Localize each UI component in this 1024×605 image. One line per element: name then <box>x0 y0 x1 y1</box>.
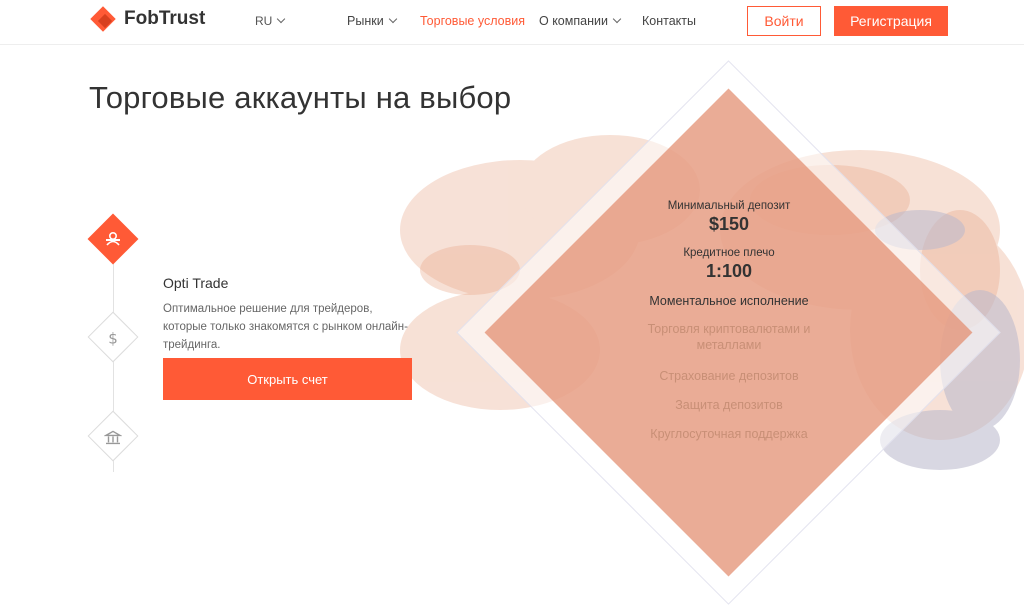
login-button[interactable]: Войти <box>747 6 821 36</box>
nav-markets-label: Рынки <box>347 14 384 28</box>
nav-markets[interactable]: Рынки <box>347 14 397 28</box>
logo[interactable]: FobTrust <box>90 6 206 32</box>
dollar-icon: $ <box>95 320 131 356</box>
nav-contacts-label: Контакты <box>642 14 696 28</box>
leverage-label: Кредитное плечо <box>683 247 775 259</box>
feature-item: Защита депозитов <box>675 398 783 412</box>
open-account-button[interactable]: Открыть счет <box>163 358 412 400</box>
feature-item: Торговля криптовалютами и металлами <box>647 322 811 352</box>
language-selector[interactable]: RU <box>255 14 286 28</box>
account-step-opti[interactable] <box>87 213 139 265</box>
nav-about[interactable]: О компании <box>539 14 622 28</box>
account-title: Opti Trade <box>163 275 229 291</box>
register-button[interactable]: Регистрация <box>834 6 948 36</box>
min-deposit-value: $150 <box>708 214 750 234</box>
chevron-down-icon <box>612 14 622 24</box>
logo-diamond-icon <box>90 6 116 32</box>
nav-trading-conditions-label: Торговые условия <box>420 14 525 28</box>
account-step-bank[interactable] <box>87 410 139 462</box>
svg-text:$: $ <box>108 329 118 347</box>
nav-contacts[interactable]: Контакты <box>642 14 696 28</box>
account-description: Оптимальное решение для трейдеров, котор… <box>163 303 408 351</box>
feature-item: Круглосуточная поддержка <box>650 427 808 441</box>
leverage-value: 1:100 <box>705 261 753 281</box>
min-deposit-label: Минимальный депозит <box>667 200 791 212</box>
header: FobTrust RU Рынки Торговые условия О ком… <box>0 0 1024 45</box>
nav-trading-conditions[interactable]: Торговые условия <box>420 14 525 28</box>
account-card: Минимальный депозит $150 Кредитное плечо… <box>620 200 838 441</box>
account-step-dollar[interactable]: $ <box>87 311 139 363</box>
user-icon <box>95 221 131 257</box>
nav-about-label: О компании <box>539 14 608 28</box>
feature-item: Страхование депозитов <box>659 369 799 383</box>
language-label: RU <box>255 14 273 28</box>
logo-text: FobTrust <box>124 8 206 29</box>
chevron-down-icon <box>388 14 397 24</box>
bank-icon <box>95 419 131 455</box>
chevron-down-icon <box>277 14 286 24</box>
feature-item: Моментальное исполнение <box>649 294 809 308</box>
